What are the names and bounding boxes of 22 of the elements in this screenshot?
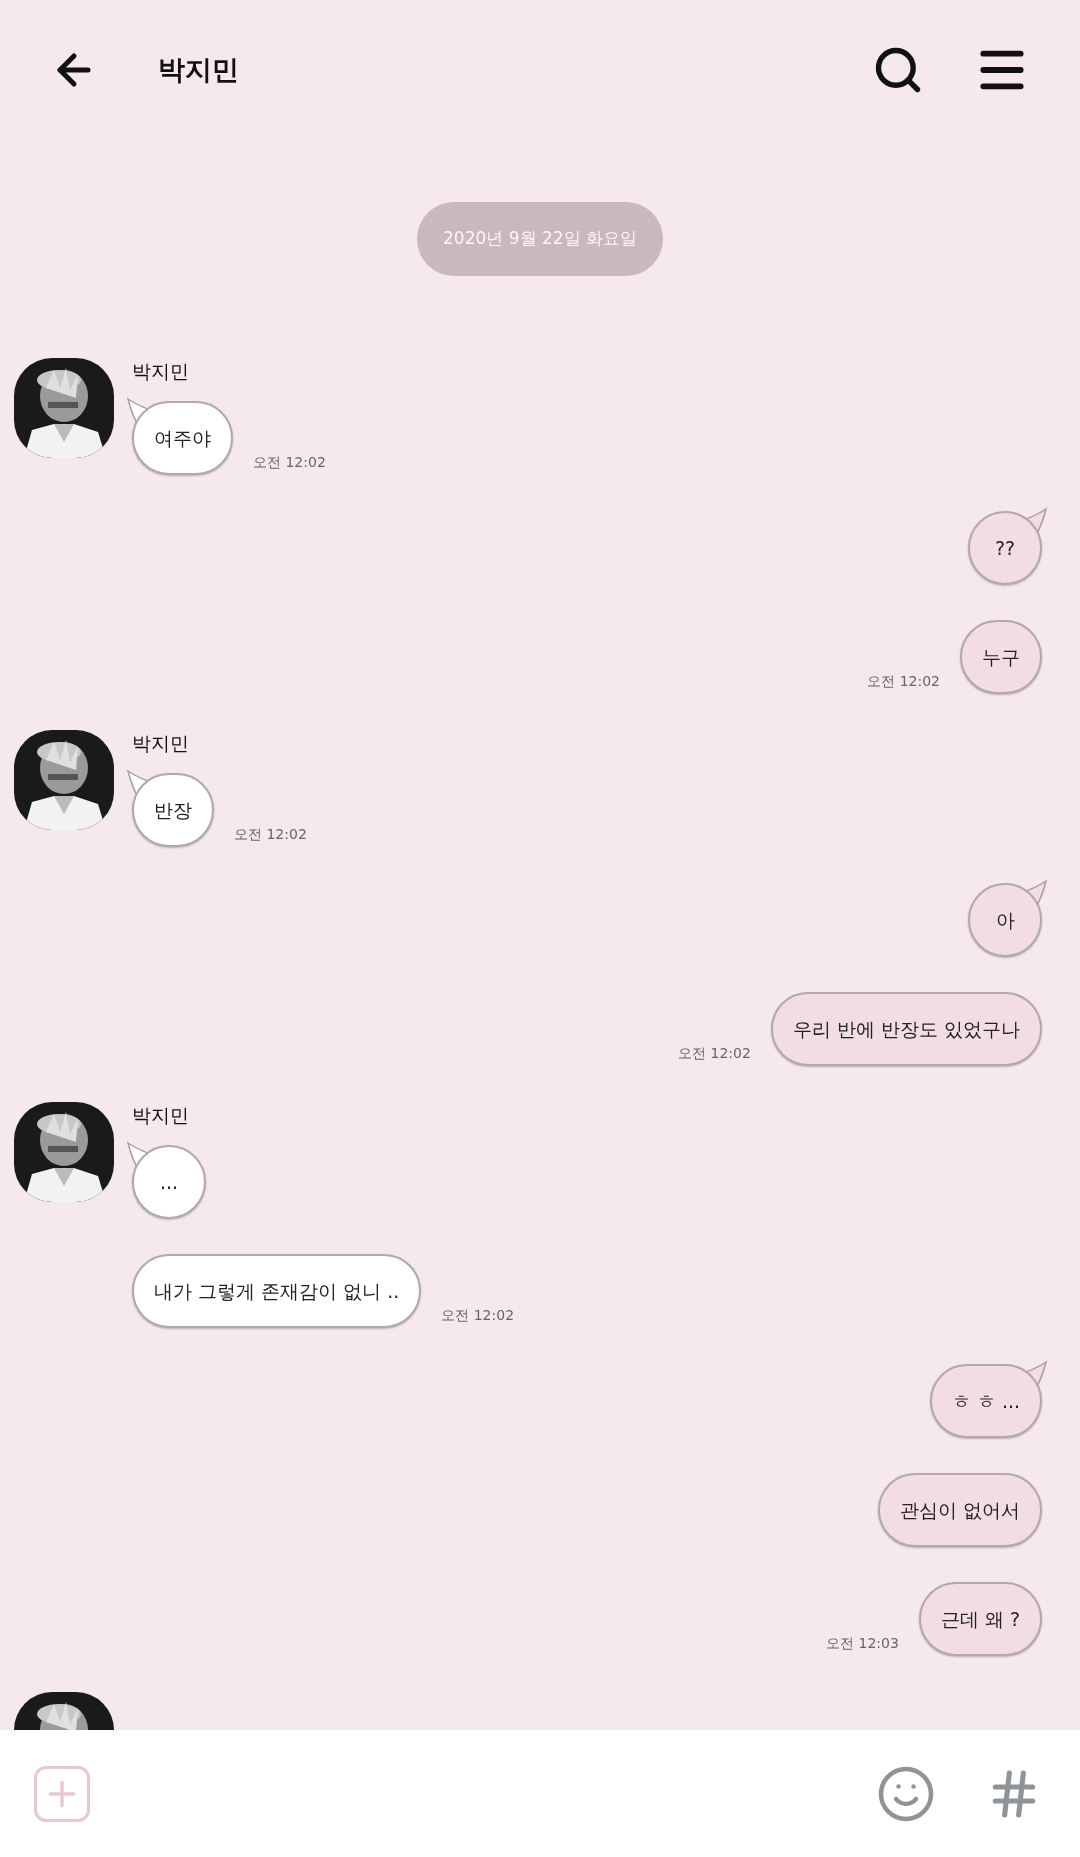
sender-name: 박지민: [132, 734, 190, 753]
message-bubble: 누구: [960, 620, 1042, 694]
message-bubble: 여주야: [132, 401, 233, 475]
date-divider: 2020년 9월 22일 화요일: [417, 202, 663, 276]
message-bubble: 관심이 없어서: [877, 1473, 1042, 1547]
message-bubble: 근데 왜 ?: [918, 1582, 1042, 1656]
message-bubble: ...: [132, 1145, 206, 1219]
sender-name: 박지민: [132, 362, 190, 381]
chat-title: 박지민: [158, 52, 239, 87]
message-time: 오전 12:03: [826, 1634, 899, 1653]
message-time: 오전 12:02: [253, 453, 326, 472]
message-bubble: 내가 그렇게 존재감이 없니 ..: [132, 1254, 422, 1328]
message-time: 오전 12:02: [234, 825, 307, 844]
message-bubble: 우리 반에 반장도 있었구나: [770, 992, 1042, 1066]
sender-name: 박지민: [132, 1106, 190, 1125]
message-bubble: 아: [968, 883, 1042, 957]
message-bubble: ??: [968, 511, 1042, 585]
message-time: 오전 12:02: [867, 672, 940, 691]
message-time: 오전 12:02: [441, 1306, 515, 1325]
message-time: 오전 12:02: [678, 1044, 751, 1063]
message-bubble: 반장: [132, 773, 214, 847]
message-bubble: ㅎ ㅎ ...: [929, 1364, 1042, 1438]
